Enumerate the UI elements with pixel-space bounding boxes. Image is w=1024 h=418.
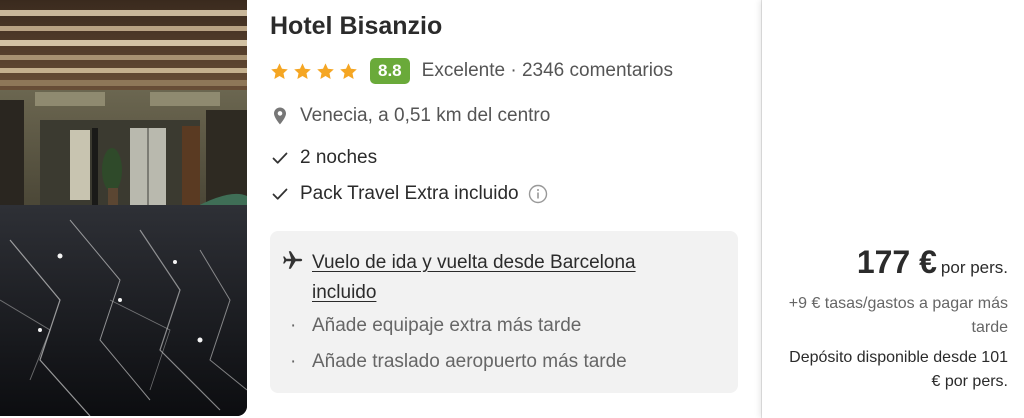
check-icon	[272, 188, 288, 200]
price: 177 €	[856, 244, 937, 280]
info-icon[interactable]	[528, 184, 548, 204]
star-icon	[271, 62, 288, 79]
airplane-icon	[283, 251, 303, 269]
per-person-label: por pers.	[940, 258, 1008, 277]
nights-row: 2 noches	[270, 147, 377, 169]
star-icon	[294, 62, 311, 79]
flight-main: Vuelo de ida y vuelta desde Barcelona in…	[282, 248, 692, 308]
check-icon	[272, 152, 288, 164]
hotel-photo[interactable]	[0, 0, 247, 416]
extra-luggage-text: Añade equipaje extra más tarde	[312, 315, 582, 336]
price-row: 177 € por pers.	[857, 244, 1008, 281]
score-badge: 8.8	[370, 58, 410, 84]
pack-text: Pack Travel Extra incluido	[300, 183, 519, 204]
flight-link[interactable]: Vuelo de ida y vuelta desde Barcelona in…	[312, 248, 692, 308]
extra-transfer: · Añade traslado aeropuerto más tarde	[290, 351, 627, 372]
rating-row: 8.8 Excelente · 2346 comentarios	[270, 56, 673, 86]
extra-transfer-text: Añade traslado aeropuerto más tarde	[312, 351, 627, 372]
nights-text: 2 noches	[300, 147, 378, 168]
location-text: Venecia, a 0,51 km del centro	[300, 105, 551, 126]
star-icon	[317, 62, 334, 79]
rating-summary[interactable]: Excelente · 2346 comentarios	[422, 60, 673, 82]
hotel-lobby-image	[0, 0, 247, 416]
hotel-name[interactable]: Hotel Bisanzio	[270, 12, 442, 41]
deposit-note: Depósito disponible desde 101 € por pers…	[789, 349, 1008, 390]
extra-luggage: · Añade equipaje extra más tarde	[290, 315, 582, 336]
location-row: Venecia, a 0,51 km del centro	[270, 105, 550, 127]
taxes-note: +9 € tasas/gastos a pagar más tarde	[788, 295, 1008, 336]
pack-row: Pack Travel Extra incluido	[270, 183, 548, 205]
flight-box: Vuelo de ida y vuelta desde Barcelona in…	[270, 231, 738, 393]
hotel-details: Hotel Bisanzio 8.8 Excelente · 2346 come…	[270, 0, 740, 418]
map-pin-icon	[274, 107, 286, 125]
hotel-card[interactable]: Hotel Bisanzio 8.8 Excelente · 2346 come…	[0, 0, 1024, 418]
star-icon	[340, 62, 357, 79]
price-panel[interactable]: 177 € por pers. +9 € tasas/gastos a pagar…	[762, 0, 1024, 418]
star-rating	[270, 62, 358, 81]
